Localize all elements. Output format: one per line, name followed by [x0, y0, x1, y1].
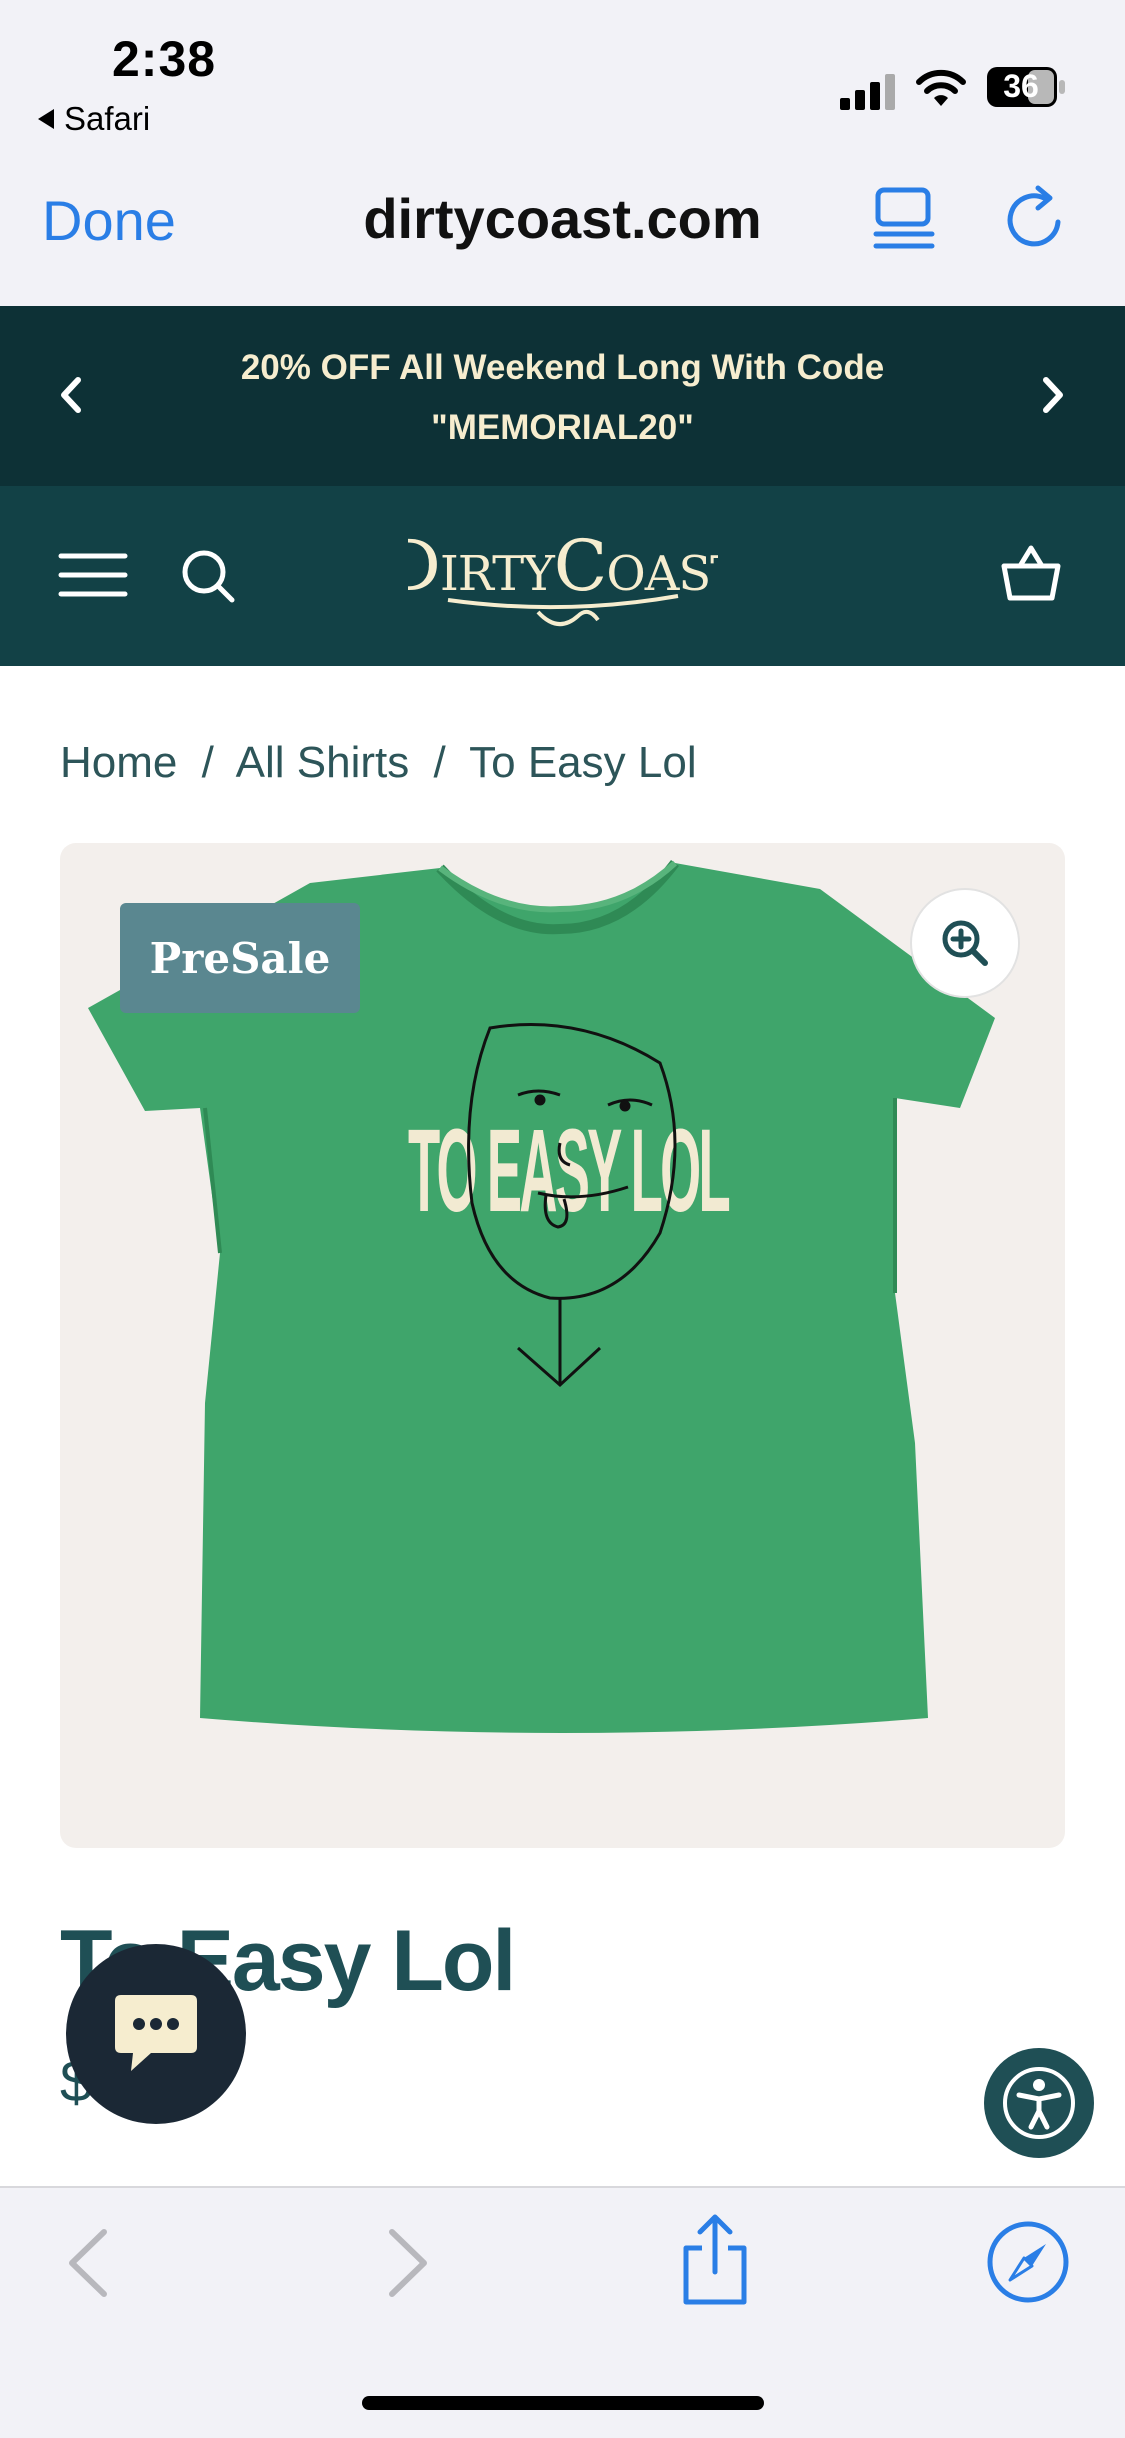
chevron-left-icon[interactable]	[56, 376, 84, 414]
tshirt-print-text: TO EASY LOL	[408, 1105, 729, 1237]
breadcrumb-all-shirts-link[interactable]: All Shirts	[236, 738, 410, 787]
promo-line-1: 20% OFF All Weekend Long With Code	[240, 348, 885, 387]
accessibility-icon	[1003, 2067, 1075, 2139]
hamburger-menu-icon[interactable]	[58, 552, 128, 598]
address-bar[interactable]: dirtycoast.com	[0, 186, 1125, 251]
battery-indicator: 36	[986, 66, 1066, 108]
reader-view-icon[interactable]	[872, 186, 940, 254]
breadcrumb: Home / All Shirts / To Easy Lol	[60, 738, 709, 788]
back-arrow-icon[interactable]	[64, 2228, 112, 2298]
cart-basket-icon[interactable]	[998, 540, 1064, 604]
forward-arrow-icon[interactable]	[384, 2228, 432, 2298]
chat-widget-button[interactable]	[66, 1944, 246, 2124]
zoom-in-icon	[942, 920, 988, 966]
wifi-icon	[916, 69, 966, 106]
dirty-coast-logo[interactable]: DIRTYCOAST	[408, 516, 718, 636]
share-icon[interactable]	[676, 2212, 754, 2308]
promo-message: 20% OFF All Weekend Long With Code "MEMO…	[200, 338, 925, 458]
cellular-signal-icon	[840, 74, 895, 110]
breadcrumb-separator: /	[433, 738, 446, 787]
search-icon[interactable]	[180, 548, 236, 604]
home-indicator	[362, 2396, 764, 2410]
back-app-label: Safari	[64, 100, 151, 137]
back-to-app-link[interactable]: Safari	[38, 100, 150, 138]
back-triangle-icon	[38, 109, 54, 129]
battery-level: 36	[1003, 68, 1039, 104]
reload-icon[interactable]	[1000, 184, 1072, 256]
zoom-button[interactable]	[910, 888, 1020, 998]
logo-wordmark: DIRTYCOAST	[408, 525, 718, 607]
status-time: 2:38	[112, 31, 217, 87]
breadcrumb-home-link[interactable]: Home	[60, 738, 177, 787]
presale-badge: PreSale	[120, 903, 360, 1013]
chat-bubble-icon	[115, 1995, 197, 2071]
accessibility-button[interactable]	[984, 2048, 1094, 2158]
breadcrumb-current-page: To Easy Lol	[469, 738, 697, 787]
breadcrumb-separator: /	[201, 738, 214, 787]
chevron-right-icon[interactable]	[1040, 376, 1068, 414]
compass-icon[interactable]	[986, 2220, 1070, 2304]
promo-line-2: "MEMORIAL20"	[431, 408, 694, 447]
